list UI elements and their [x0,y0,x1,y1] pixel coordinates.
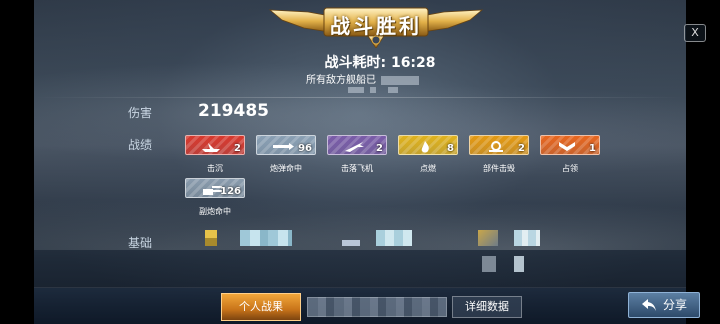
medal-label: 部件击毁 [483,164,515,173]
battle-time: 战斗耗时: 16:28 [280,52,480,72]
medal-label: 击沉 [207,164,223,173]
damage-label: 伤害 [128,106,153,120]
censored-block [376,230,412,246]
censored-block [205,230,217,238]
victory-title: 战斗胜利 [330,14,422,38]
capture-chevron-icon [559,142,575,151]
medal-plane-down[interactable]: 2 [327,135,387,155]
medal-count: 126 [220,186,241,197]
medal-count: 1 [589,143,596,154]
sink-ship-icon [202,143,220,152]
damage-value: 219485 [198,101,269,121]
battle-time-value: 16:28 [390,55,436,71]
medal-label: 炮弹命中 [270,164,302,173]
censored-subline [348,86,399,94]
plane-down-icon [345,142,364,152]
medal-shell-hit[interactable]: 96 [256,135,316,155]
tab-censored[interactable] [307,297,447,317]
medal-capture-chevron[interactable]: 1 [540,135,600,155]
right-letterbox [686,0,720,324]
share-button[interactable]: 分享 [628,292,700,318]
medal-label: 占领 [562,164,578,173]
left-letterbox [0,0,34,324]
censored-block [482,256,496,272]
close-button[interactable]: X [684,24,706,42]
close-icon: X [691,26,699,39]
divider [34,97,686,98]
share-arrow-icon [642,299,656,311]
censored-block [348,87,364,93]
medal-count: 2 [234,143,241,154]
censored-block [478,230,498,246]
medal-label: 点燃 [420,164,436,173]
medal-gear-break[interactable]: 2 [469,135,529,155]
censored-block [342,240,360,246]
medal-label: 击落飞机 [341,164,373,173]
medal-count: 96 [298,143,312,154]
tab-personal-results[interactable]: 个人战果 [221,293,301,321]
enemy-status-text: 所有敌方舰船已 [306,75,376,86]
medal-secondary-gun[interactable]: 126 [185,178,245,198]
fire-icon [421,141,429,153]
enemy-status: 所有敌方舰船已 [306,71,420,86]
censored-block [381,75,420,85]
battle-result-screen: 战斗胜利 X 战斗耗时: 16:28 所有敌方舰船已 伤害 219485 战绩 … [0,0,720,324]
victory-banner: 战斗胜利 [268,2,484,48]
medal-fire[interactable]: 8 [398,135,458,155]
medal-count: 2 [376,143,383,154]
battle-time-label: 战斗耗时: [324,55,391,71]
censored-block [388,87,399,93]
gear-break-icon [489,141,503,152]
share-label: 分享 [663,298,688,312]
shell-hit-icon [273,143,294,150]
censored-block [240,230,292,246]
record-label: 战绩 [128,138,153,152]
base-label: 基础 [128,236,153,250]
censored-block [205,238,217,246]
medal-count: 2 [518,143,525,154]
censored-block [514,256,524,272]
censored-block [370,87,377,93]
medal-label: 副炮命中 [199,207,231,216]
medal-sink-ship[interactable]: 2 [185,135,245,155]
censored-block [514,230,540,246]
tab-detailed-data[interactable]: 详细数据 [452,296,522,318]
medal-count: 8 [447,143,454,154]
